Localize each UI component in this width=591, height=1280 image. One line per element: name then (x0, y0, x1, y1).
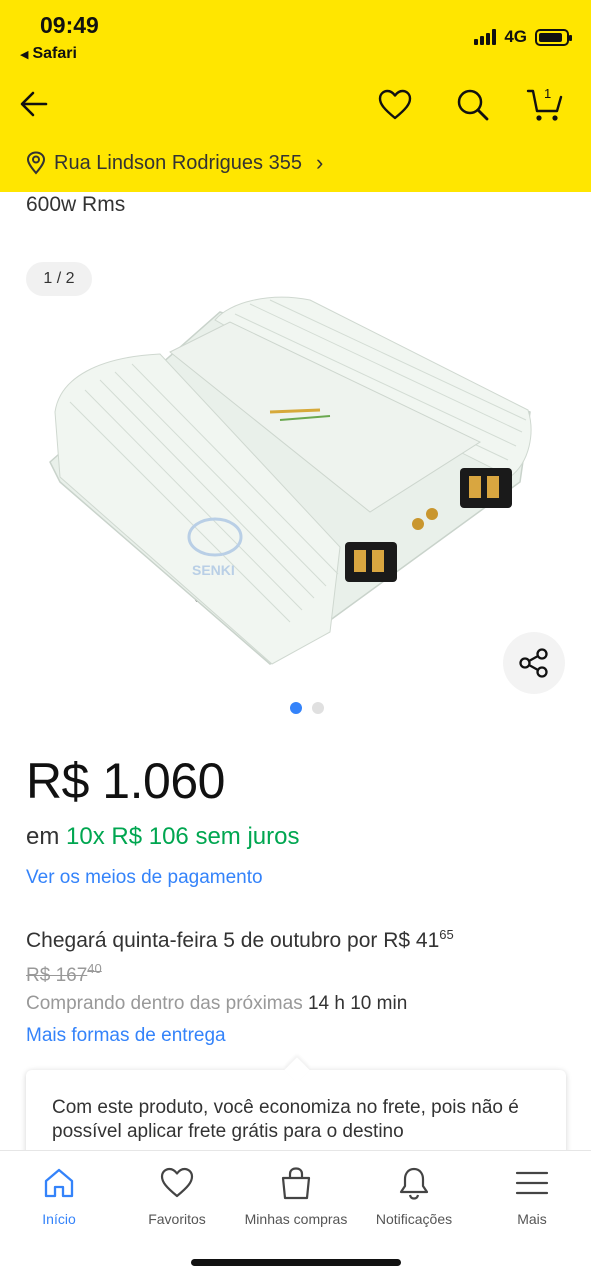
old-shipping-price: R$ 16740 (26, 961, 102, 987)
home-icon (41, 1165, 77, 1201)
battery-level (539, 32, 563, 42)
image-pagination-dots (290, 702, 324, 714)
chevron-right-icon: › (315, 150, 324, 175)
tab-label: Mais (517, 1211, 547, 1227)
old-price-cents: 40 (87, 961, 102, 976)
old-price-value: R$ 167 (26, 965, 88, 986)
terminal-screw (469, 476, 481, 498)
home-indicator (191, 1259, 401, 1266)
terminal-screw (372, 550, 384, 572)
address-text: Rua Lindson Rodrigues 355 (54, 151, 302, 174)
payment-methods-link[interactable]: Ver os meios de pagamento (26, 867, 263, 889)
back-arrow-icon (20, 91, 48, 117)
tab-notificacoes[interactable]: Notificações (355, 1165, 473, 1227)
share-button[interactable] (503, 632, 565, 694)
installments-highlight: 10x R$ 106 sem juros (66, 823, 300, 850)
pagination-dot[interactable] (312, 702, 324, 714)
back-triangle-icon: ◀ (20, 48, 29, 61)
back-to-safari[interactable]: ◀ Safari (20, 45, 77, 63)
network-label: 4G (504, 27, 527, 46)
shopping-bag-icon (278, 1165, 314, 1201)
purchase-window: Comprando dentro das próximas 14 h 10 mi… (26, 993, 407, 1015)
status-time: 09:49 (40, 12, 99, 38)
cart-count-badge: 1 (544, 86, 552, 101)
back-app-label: Safari (32, 45, 77, 62)
terminal-screw (487, 476, 499, 498)
search-icon (457, 89, 489, 121)
product-subtitle: 600w Rms (26, 193, 126, 216)
window-prefix: Comprando dentro das próximas (26, 993, 303, 1014)
product-image[interactable]: SENKI (40, 292, 540, 672)
label-stripe (269, 408, 321, 414)
tooltip-text: Com este produto, você economiza no fret… (52, 1097, 519, 1142)
watermark-text: SENKI (192, 562, 235, 578)
tab-label: Favoritos (148, 1211, 206, 1227)
delivery-estimate: Chegará quinta-feira 5 de outubro por R$… (26, 927, 454, 953)
power-terminal (345, 542, 397, 582)
rca-jack (412, 518, 424, 530)
bell-icon (396, 1165, 432, 1201)
pagination-dot[interactable] (290, 702, 302, 714)
tab-label: Minhas compras (244, 1211, 348, 1227)
image-counter: 1 / 2 (26, 262, 92, 296)
search-button[interactable] (452, 84, 494, 126)
tab-mais[interactable]: Mais (473, 1165, 591, 1227)
menu-icon (514, 1165, 550, 1201)
delivery-cents: 65 (439, 927, 454, 942)
signal-icon (474, 29, 497, 45)
location-pin-icon (26, 151, 46, 175)
favorite-button[interactable] (374, 84, 416, 126)
speaker-terminal (460, 468, 512, 508)
more-delivery-options-link[interactable]: Mais formas de entrega (26, 1025, 226, 1047)
installments-prefix: em (26, 823, 60, 850)
tab-favoritos[interactable]: Favoritos (118, 1165, 236, 1227)
heart-icon (378, 89, 412, 120)
product-price: R$ 1.060 (26, 753, 225, 809)
battery-icon (535, 28, 572, 46)
installments: em 10x R$ 106 sem juros (26, 823, 299, 851)
tab-minhas-compras[interactable]: Minhas compras (237, 1165, 355, 1227)
app-header: 09:49 ◀ Safari 4G 1 Rua Lindson Rodrigue… (0, 0, 591, 192)
rca-jack (426, 508, 438, 520)
terminal-screw (354, 550, 366, 572)
window-time: 14 h 10 min (307, 993, 408, 1014)
status-indicators: 4G (474, 27, 572, 47)
back-arrow-button[interactable] (14, 84, 54, 124)
tab-label: Início (42, 1211, 76, 1227)
delivery-address[interactable]: Rua Lindson Rodrigues 355 › (26, 150, 323, 176)
tab-label: Notificações (375, 1211, 453, 1227)
tab-inicio[interactable]: Início (0, 1165, 118, 1227)
heart-icon (159, 1165, 195, 1201)
share-icon (519, 648, 548, 678)
delivery-text: Chegará quinta-feira 5 de outubro por R$… (26, 929, 440, 952)
cart-button[interactable]: 1 (524, 84, 566, 126)
